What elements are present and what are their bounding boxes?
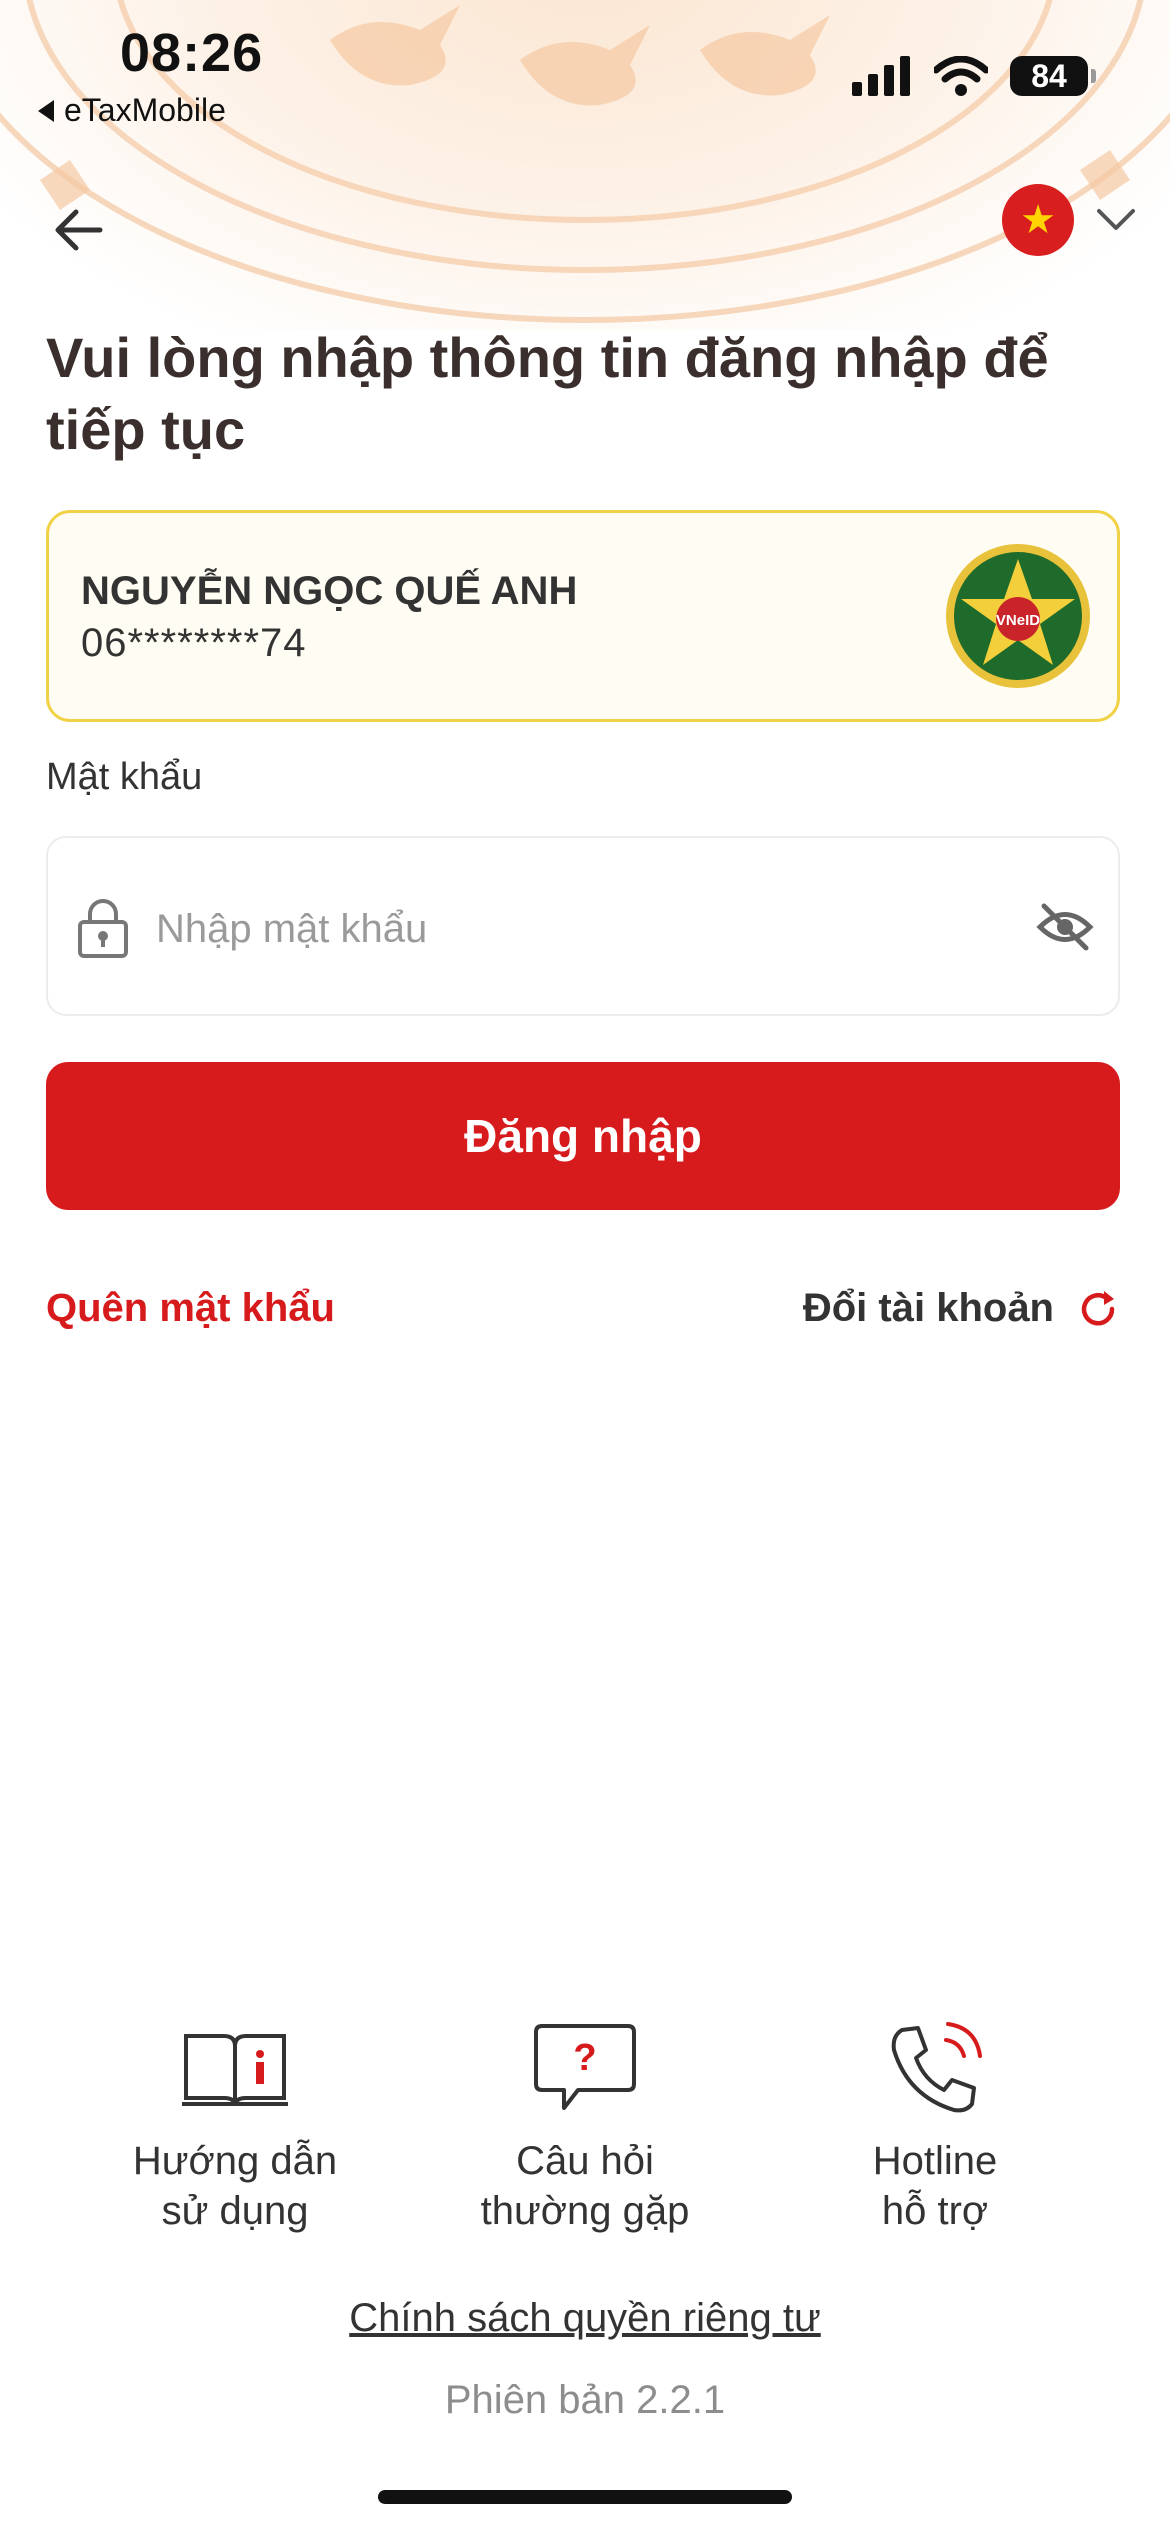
back-to-app-link[interactable]: eTaxMobile [38,92,226,129]
question-bubble-icon: ? [534,2024,636,2110]
status-time: 08:26 [120,23,264,83]
switch-account-link[interactable]: Đổi tài khoản [803,1286,1120,1331]
login-button[interactable]: Đăng nhập [46,1062,1120,1210]
hotline-line1: Hotline [872,2139,998,2183]
battery-indicator: 84 [1010,56,1096,96]
account-id: 06********74 [81,621,307,665]
forgot-password-link[interactable]: Quên mật khẩu [46,1286,335,1331]
back-triangle-icon [38,99,54,122]
switch-account-label: Đổi tài khoản [802,1286,1054,1330]
wifi-icon [934,56,988,96]
user-guide-line2: sử dụng [161,2189,309,2233]
vietnam-flag-icon: ★ [1002,184,1074,256]
vneid-text: VNeID [996,612,1040,629]
hotline-button[interactable]: Hotline hỗ trợ [775,2018,1095,2236]
book-icon [182,2034,288,2107]
hide-password-eye-icon[interactable] [1036,900,1094,954]
password-label: Mật khẩu [46,756,203,798]
svg-text:?: ? [573,2037,596,2079]
user-guide-line1: Hướng dẫn [132,2139,338,2183]
user-guide-button[interactable]: Hướng dẫn sử dụng [75,2018,395,2236]
lock-icon [78,899,128,958]
refresh-icon [1081,1290,1115,1325]
password-input[interactable] [154,888,978,970]
account-name: NGUYỄN NGỌC QUẾ ANH [81,569,578,613]
hotline-line2: hỗ trợ [881,2189,989,2233]
account-card: NGUYỄN NGỌC QUẾ ANH 06********74 VNeID [46,510,1120,722]
faq-line1: Câu hỏi [516,2139,654,2183]
phone-icon [891,2022,982,2113]
status-indicators: 84 [852,56,1096,96]
faq-button[interactable]: ? Câu hỏi thường gặp [425,2018,745,2236]
password-field[interactable] [46,836,1120,1016]
back-arrow-icon[interactable] [50,200,110,260]
chevron-down-icon [1097,209,1135,230]
back-app-label: eTaxMobile [64,92,226,128]
cellular-signal-icon [852,56,910,96]
language-selector[interactable]: ★ [1002,184,1136,256]
faq-line2: thường gặp [480,2189,690,2233]
privacy-policy-link[interactable]: Chính sách quyền riêng tư [0,2296,1170,2341]
home-indicator [378,2490,792,2504]
vneid-logo-icon: VNeID [946,544,1090,688]
app-version: Phiên bản 2.2.1 [444,2378,726,2422]
page-title: Vui lòng nhập thông tin đăng nhập để tiế… [46,326,1049,461]
